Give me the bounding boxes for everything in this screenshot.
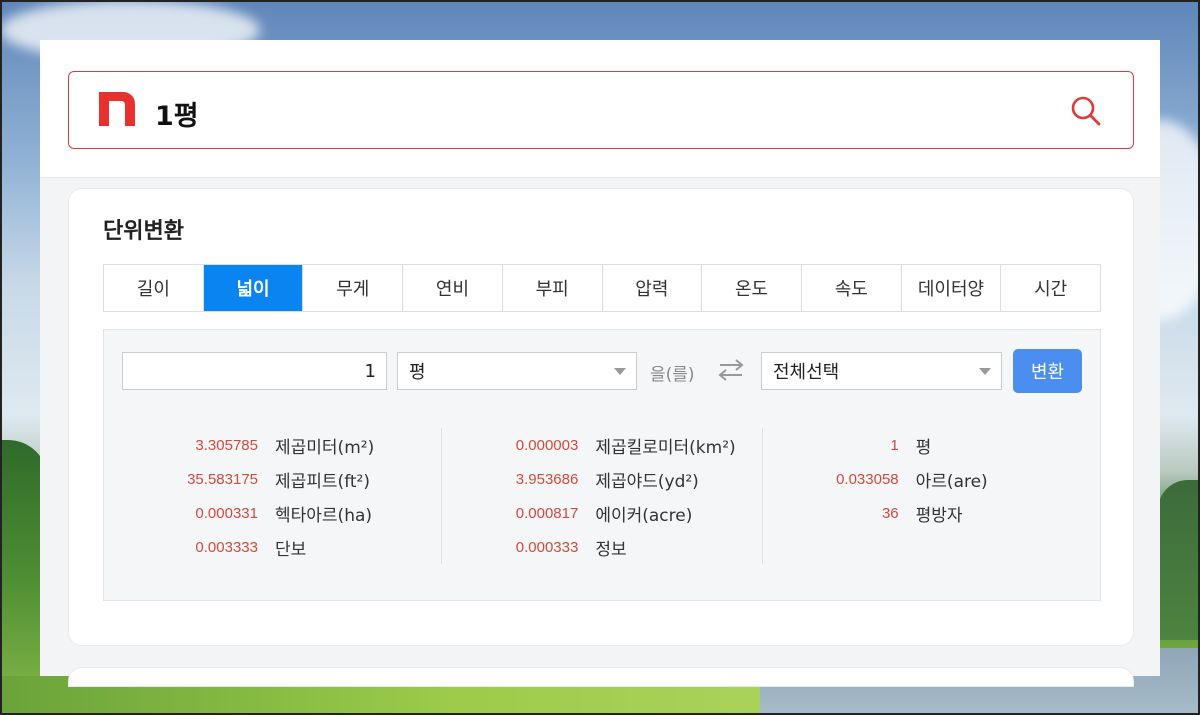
result-value: 3.305785 bbox=[195, 436, 258, 454]
tab-length[interactable]: 길이 bbox=[104, 265, 204, 311]
tab-pressure[interactable]: 압력 bbox=[602, 265, 703, 311]
result-unit: 헥타아르(ha) bbox=[275, 505, 373, 526]
result-row: 35.583175 제곱피트(ft²) bbox=[122, 462, 441, 496]
result-value: 0.003333 bbox=[195, 538, 258, 556]
result-unit: 에이커(acre) bbox=[595, 505, 693, 526]
naver-n-logo[interactable] bbox=[99, 92, 135, 126]
result-unit: 아르(are) bbox=[915, 471, 988, 492]
result-row: 0.000331 헥타아르(ha) bbox=[122, 496, 441, 530]
particle-label: 을(를) bbox=[650, 365, 695, 385]
convert-button[interactable]: 변환 bbox=[1013, 349, 1082, 393]
tab-speed[interactable]: 속도 bbox=[801, 265, 902, 311]
result-value: 35.583175 bbox=[187, 470, 258, 488]
result-value: 3.953686 bbox=[515, 470, 579, 488]
result-unit: 제곱미터(m²) bbox=[275, 437, 375, 458]
tab-volume[interactable]: 부피 bbox=[502, 265, 603, 311]
conversion-results: 3.305785 제곱미터(m²) 35.583175 제곱피트(ft²) 0.… bbox=[122, 428, 1082, 564]
result-column: 1 평 0.033058 아르(are) 36 평방자 bbox=[763, 428, 1082, 564]
search-panel: 1평 단위변환 길이 넓이 무게 연비 부피 압력 온도 속도 데이터양 시간 … bbox=[40, 40, 1160, 687]
from-unit-select[interactable]: 평 bbox=[397, 352, 637, 390]
tab-temperature[interactable]: 온도 bbox=[702, 265, 802, 311]
tab-fuel-efficiency[interactable]: 연비 bbox=[403, 265, 503, 311]
result-row: 0.000817 에이커(acre) bbox=[442, 496, 761, 530]
tab-time[interactable]: 시간 bbox=[1001, 265, 1101, 311]
result-unit: 평 bbox=[915, 437, 932, 458]
tab-weight[interactable]: 무게 bbox=[303, 265, 404, 311]
next-card-edge bbox=[68, 667, 1134, 687]
result-column: 0.000003 제곱킬로미터(km²) 3.953686 제곱야드(yd²) … bbox=[442, 428, 763, 564]
search-icon[interactable] bbox=[1069, 94, 1103, 128]
from-unit-value: 평 bbox=[409, 362, 426, 383]
unit-converter-card: 단위변환 길이 넓이 무게 연비 부피 압력 온도 속도 데이터양 시간 평 을… bbox=[68, 188, 1134, 646]
result-unit: 제곱야드(yd²) bbox=[595, 471, 699, 492]
to-unit-value: 전체선택 bbox=[773, 362, 840, 383]
unit-category-tabs: 길이 넓이 무게 연비 부피 압력 온도 속도 데이터양 시간 bbox=[103, 264, 1101, 312]
result-row: 3.953686 제곱야드(yd²) bbox=[442, 462, 761, 496]
to-unit-select[interactable]: 전체선택 bbox=[761, 352, 1002, 390]
result-value: 36 bbox=[881, 504, 899, 522]
result-value: 0.000331 bbox=[195, 504, 258, 522]
result-unit: 평방자 bbox=[915, 505, 963, 526]
result-row: 3.305785 제곱미터(m²) bbox=[122, 428, 441, 462]
chevron-down-icon bbox=[979, 368, 991, 375]
tab-data-size[interactable]: 데이터양 bbox=[901, 265, 1002, 311]
result-value: 0.000817 bbox=[515, 504, 579, 522]
search-query[interactable]: 1평 bbox=[155, 94, 199, 133]
tab-area[interactable]: 넓이 bbox=[203, 265, 304, 311]
result-row: 0.000003 제곱킬로미터(km²) bbox=[442, 428, 761, 462]
value-input[interactable] bbox=[122, 352, 387, 390]
result-row: 36 평방자 bbox=[763, 496, 1082, 530]
search-box[interactable]: 1평 bbox=[68, 71, 1134, 149]
result-row: 0.003333 단보 bbox=[122, 530, 441, 564]
result-value: 1 bbox=[890, 436, 899, 454]
result-row: 1 평 bbox=[763, 428, 1082, 462]
result-value: 0.000003 bbox=[515, 436, 579, 454]
swap-arrows-icon[interactable] bbox=[716, 358, 746, 382]
result-unit: 단보 bbox=[275, 539, 307, 560]
chevron-down-icon bbox=[614, 368, 626, 375]
search-area: 1평 bbox=[40, 40, 1160, 178]
result-unit: 제곱피트(ft²) bbox=[275, 471, 370, 492]
result-row: 0.000333 정보 bbox=[442, 530, 761, 564]
converter-title: 단위변환 bbox=[103, 219, 184, 244]
result-value: 0.000333 bbox=[515, 538, 579, 556]
result-row: 0.033058 아르(are) bbox=[763, 462, 1082, 496]
result-column: 3.305785 제곱미터(m²) 35.583175 제곱피트(ft²) 0.… bbox=[122, 428, 443, 564]
result-value: 0.033058 bbox=[836, 470, 899, 488]
result-unit: 제곱킬로미터(km²) bbox=[595, 437, 736, 458]
result-unit: 정보 bbox=[595, 539, 627, 560]
conversion-panel: 평 을(를) 전체선택 변환 3.305785 제곱미터(m²) bbox=[103, 329, 1101, 601]
hill-scenery bbox=[1158, 480, 1200, 640]
